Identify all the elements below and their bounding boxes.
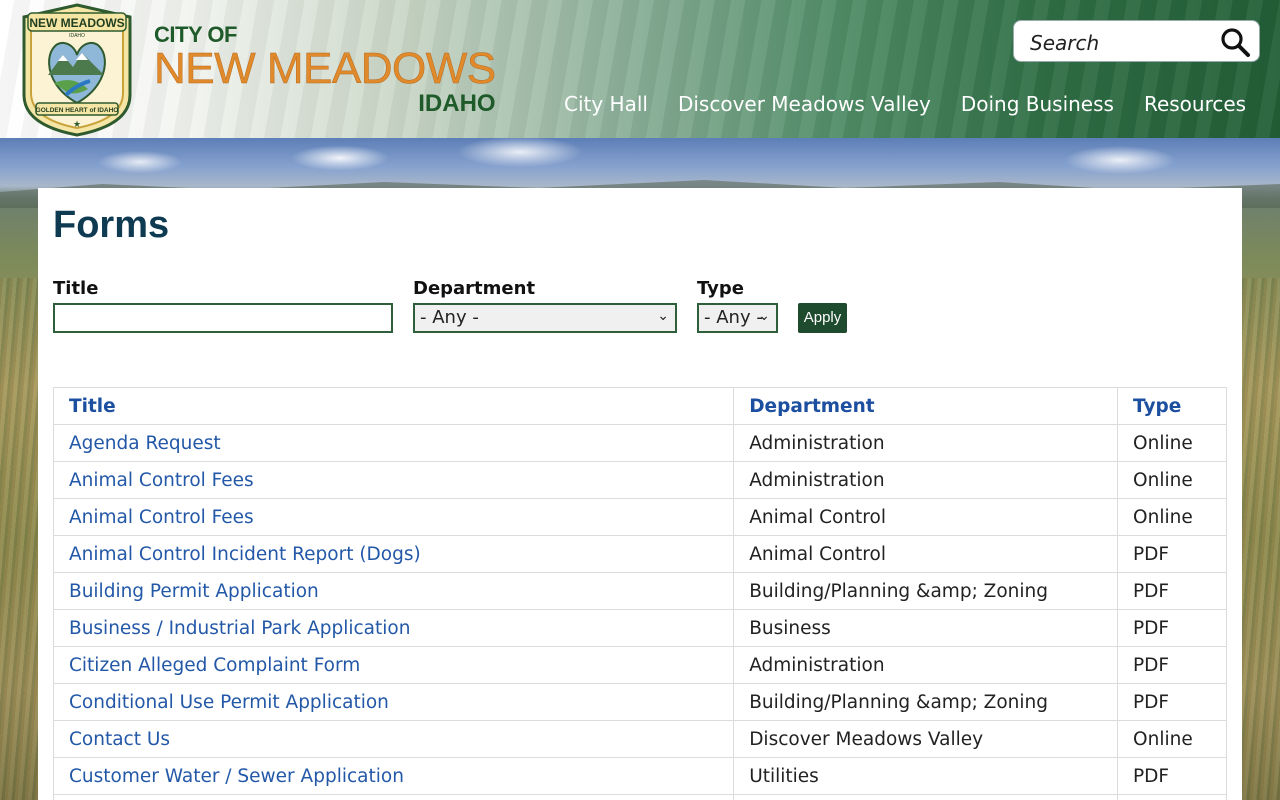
table-row: Conditional Use Permit Application Build… <box>52 683 1227 721</box>
table-row: Animal Control Fees Animal Control Onlin… <box>52 498 1227 536</box>
department-selected-value: - Any - <box>420 307 479 328</box>
type-filter-label: Type <box>697 278 744 299</box>
department-filter-select[interactable]: - Any - ⌄ <box>413 303 677 333</box>
form-type: Online <box>1117 720 1227 758</box>
table-row: Animal Control Incident Report (Dogs) An… <box>52 535 1227 573</box>
nav-discover-meadows-valley[interactable]: Discover Meadows Valley <box>678 92 931 116</box>
form-department: Discover Meadows Valley <box>733 720 1119 758</box>
table-row: Business / Industrial Park Application B… <box>52 609 1227 647</box>
nav-city-hall[interactable]: City Hall <box>564 92 648 116</box>
seal-bottom-text: GOLDEN HEART of IDAHO <box>36 107 119 114</box>
table-row: Building Permit Application Building/Pla… <box>52 572 1227 610</box>
table-row: Citizen Alleged Complaint Form Administr… <box>52 646 1227 684</box>
form-department: Animal Control <box>733 535 1119 573</box>
table-row: Agenda Request Administration Online <box>52 424 1227 462</box>
table-row <box>52 794 1227 800</box>
chevron-down-icon: ⌄ <box>758 308 770 324</box>
chevron-down-icon: ⌄ <box>657 308 669 324</box>
type-filter-select[interactable]: - Any - ⌄ <box>697 303 778 333</box>
site-header: NEW MEADOWS IDAHO GOLDEN HEART of IDAHO … <box>0 0 1280 138</box>
form-type: Online <box>1117 498 1227 536</box>
title-filter-input[interactable] <box>53 303 393 333</box>
form-department: Building/Planning &amp; Zoning <box>733 683 1119 721</box>
table-row: Customer Water / Sewer Application Utili… <box>52 757 1227 795</box>
form-type <box>1117 794 1227 800</box>
form-title-link[interactable]: Business / Industrial Park Application <box>52 609 735 647</box>
form-department: Administration <box>733 461 1119 499</box>
seal-sub-text: IDAHO <box>69 33 85 39</box>
form-department: Utilities <box>733 757 1119 795</box>
column-header-title[interactable]: Title <box>52 387 735 425</box>
type-selected-value: - Any - <box>704 307 763 328</box>
form-department: Building/Planning &amp; Zoning <box>733 572 1119 610</box>
search-input[interactable]: Search <box>1030 31 1099 55</box>
form-type: PDF <box>1117 535 1227 573</box>
form-type: PDF <box>1117 609 1227 647</box>
city-seal-logo[interactable]: NEW MEADOWS IDAHO GOLDEN HEART of IDAHO … <box>18 3 136 137</box>
forms-table: Title Department Type Agenda Request Adm… <box>52 387 1227 800</box>
site-brand[interactable]: CITY OF NEW MEADOWS IDAHO <box>154 22 497 117</box>
nav-doing-business[interactable]: Doing Business <box>961 92 1114 116</box>
form-type: PDF <box>1117 757 1227 795</box>
page-title: Forms <box>53 204 170 246</box>
form-title-link[interactable]: Building Permit Application <box>52 572 735 610</box>
form-type: PDF <box>1117 572 1227 610</box>
form-title-link[interactable]: Conditional Use Permit Application <box>52 683 735 721</box>
title-filter-label: Title <box>53 278 99 299</box>
form-department: Animal Control <box>733 498 1119 536</box>
brand-state: IDAHO <box>418 90 496 117</box>
form-title-link[interactable]: Citizen Alleged Complaint Form <box>52 646 735 684</box>
form-title-link[interactable]: Animal Control Fees <box>52 498 735 536</box>
department-filter-label: Department <box>413 278 536 299</box>
content-panel: Forms Title Department - Any - ⌄ Type - … <box>38 188 1242 800</box>
form-type: PDF <box>1117 683 1227 721</box>
form-type: Online <box>1117 461 1227 499</box>
form-title-link[interactable]: Animal Control Incident Report (Dogs) <box>52 535 735 573</box>
svg-text:★: ★ <box>73 120 81 130</box>
table-header-row: Title Department Type <box>52 387 1227 425</box>
form-title-link[interactable] <box>52 794 735 800</box>
form-type: PDF <box>1117 646 1227 684</box>
nav-resources[interactable]: Resources <box>1144 92 1246 116</box>
seal-top-text: NEW MEADOWS <box>29 16 124 30</box>
form-title-link[interactable]: Agenda Request <box>52 424 735 462</box>
form-department: Administration <box>733 646 1119 684</box>
form-type: Online <box>1117 424 1227 462</box>
main-nav: City Hall Discover Meadows Valley Doing … <box>564 92 1276 116</box>
column-header-type[interactable]: Type <box>1117 387 1227 425</box>
table-row: Contact Us Discover Meadows Valley Onlin… <box>52 720 1227 758</box>
apply-button[interactable]: Apply <box>798 303 847 333</box>
form-title-link[interactable]: Customer Water / Sewer Application <box>52 757 735 795</box>
form-title-link[interactable]: Contact Us <box>52 720 735 758</box>
brand-city-name: NEW MEADOWS <box>154 44 497 93</box>
column-header-department[interactable]: Department <box>733 387 1119 425</box>
form-department <box>733 794 1119 800</box>
form-department: Business <box>733 609 1119 647</box>
form-department: Administration <box>733 424 1119 462</box>
table-row: Animal Control Fees Administration Onlin… <box>52 461 1227 499</box>
form-title-link[interactable]: Animal Control Fees <box>52 461 735 499</box>
search-box[interactable]: Search <box>1013 20 1260 62</box>
search-icon[interactable] <box>1219 27 1251 57</box>
